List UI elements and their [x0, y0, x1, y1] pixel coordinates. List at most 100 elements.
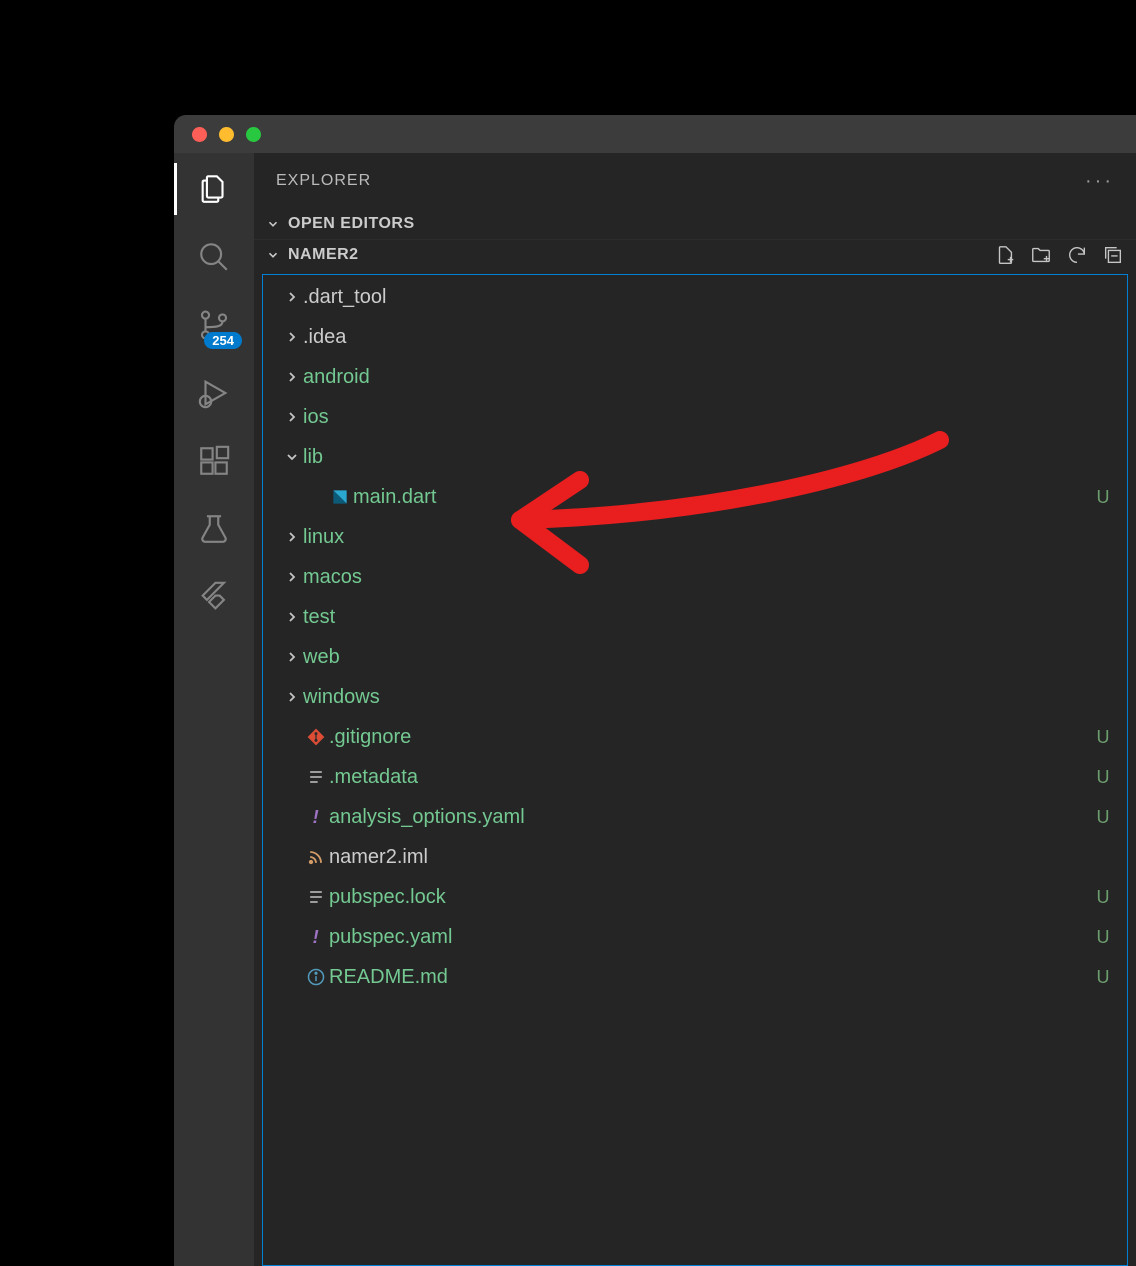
- activity-explorer[interactable]: [194, 169, 234, 209]
- chevron-right-icon: [281, 689, 303, 705]
- project-name: NAMER2: [288, 246, 359, 264]
- tree-file[interactable]: .gitignore U: [263, 717, 1127, 757]
- tree-item-label: .dart_tool: [303, 286, 1093, 309]
- tree-item-label: ios: [303, 406, 1093, 429]
- tree-item-label: .idea: [303, 326, 1093, 349]
- svg-text:!: !: [313, 807, 319, 827]
- tree-file[interactable]: main.dart U: [263, 477, 1127, 517]
- info-icon: [303, 967, 329, 987]
- chevron-right-icon: [281, 369, 303, 385]
- chevron-right-icon: [281, 529, 303, 545]
- git-status: U: [1093, 887, 1113, 908]
- git-status: U: [1093, 767, 1113, 788]
- tree-file[interactable]: namer2.iml: [263, 837, 1127, 877]
- chevron-down-icon: [266, 248, 280, 262]
- tree-folder[interactable]: windows: [263, 677, 1127, 717]
- tree-folder[interactable]: macos: [263, 557, 1127, 597]
- beaker-icon: [197, 512, 231, 546]
- git-status: U: [1093, 927, 1113, 948]
- tree-item-label: linux: [303, 526, 1093, 549]
- tree-item-label: android: [303, 366, 1093, 389]
- source-control-badge: 254: [204, 332, 242, 349]
- files-icon: [197, 172, 231, 206]
- activity-testing[interactable]: [194, 509, 234, 549]
- new-folder-button[interactable]: [1030, 244, 1052, 266]
- extensions-icon: [197, 444, 231, 478]
- tree-item-label: main.dart: [353, 486, 1093, 509]
- refresh-button[interactable]: [1066, 244, 1088, 266]
- tree-item-label: namer2.iml: [329, 846, 1093, 869]
- project-section-header[interactable]: NAMER2: [254, 239, 1136, 270]
- tree-item-label: lib: [303, 446, 1093, 469]
- activity-extensions[interactable]: [194, 441, 234, 481]
- git-status: U: [1093, 967, 1113, 988]
- collapse-icon: [1102, 244, 1124, 266]
- tree-folder[interactable]: web: [263, 637, 1127, 677]
- new-folder-icon: [1030, 244, 1052, 266]
- open-editors-section[interactable]: OPEN EDITORS: [254, 209, 1136, 239]
- tree-file[interactable]: README.md U: [263, 957, 1127, 997]
- window-minimize-button[interactable]: [219, 127, 234, 142]
- tree-item-label: test: [303, 606, 1093, 629]
- tree-file[interactable]: .metadata U: [263, 757, 1127, 797]
- file-tree[interactable]: .dart_tool .idea android ios lib: [262, 274, 1128, 1266]
- refresh-icon: [1066, 244, 1088, 266]
- titlebar: [174, 115, 1136, 153]
- tree-folder[interactable]: linux: [263, 517, 1127, 557]
- window-close-button[interactable]: [192, 127, 207, 142]
- vscode-window: 254: [174, 115, 1136, 1266]
- tree-folder[interactable]: .dart_tool: [263, 277, 1127, 317]
- tree-folder[interactable]: android: [263, 357, 1127, 397]
- activity-flutter[interactable]: [194, 577, 234, 617]
- tree-folder[interactable]: lib: [263, 437, 1127, 477]
- chevron-right-icon: [281, 409, 303, 425]
- window-fullscreen-button[interactable]: [246, 127, 261, 142]
- tree-item-label: windows: [303, 686, 1093, 709]
- dart-icon: [327, 487, 353, 507]
- tree-folder[interactable]: test: [263, 597, 1127, 637]
- tree-file[interactable]: pubspec.lock U: [263, 877, 1127, 917]
- flutter-icon: [197, 580, 231, 614]
- debug-icon: [197, 376, 231, 410]
- chevron-right-icon: [281, 569, 303, 585]
- git-status: U: [1093, 807, 1113, 828]
- chevron-right-icon: [281, 649, 303, 665]
- lines-icon: [303, 887, 329, 907]
- chevron-down-icon: [281, 449, 303, 465]
- tree-item-label: pubspec.yaml: [329, 926, 1093, 949]
- tree-folder[interactable]: .idea: [263, 317, 1127, 357]
- open-editors-label: OPEN EDITORS: [288, 215, 415, 233]
- new-file-button[interactable]: [994, 244, 1016, 266]
- tree-item-label: macos: [303, 566, 1093, 589]
- tree-item-label: pubspec.lock: [329, 886, 1093, 909]
- git-icon: [303, 727, 329, 747]
- new-file-icon: [994, 244, 1016, 266]
- tree-folder[interactable]: ios: [263, 397, 1127, 437]
- sidebar-title: EXPLORER: [276, 172, 371, 190]
- chevron-right-icon: [281, 329, 303, 345]
- rss-icon: [303, 847, 329, 867]
- tree-file[interactable]: ! analysis_options.yaml U: [263, 797, 1127, 837]
- tree-file[interactable]: ! pubspec.yaml U: [263, 917, 1127, 957]
- activity-bar: 254: [174, 153, 254, 1266]
- git-status: U: [1093, 487, 1113, 508]
- yaml-icon: !: [303, 927, 329, 947]
- sidebar-header: EXPLORER ···: [254, 153, 1136, 209]
- explorer-sidebar: EXPLORER ··· OPEN EDITORS NAMER2: [254, 153, 1136, 1266]
- chevron-down-icon: [266, 217, 280, 231]
- activity-search[interactable]: [194, 237, 234, 277]
- search-icon: [197, 240, 231, 274]
- tree-item-label: web: [303, 646, 1093, 669]
- git-status: U: [1093, 727, 1113, 748]
- activity-run-debug[interactable]: [194, 373, 234, 413]
- chevron-right-icon: [281, 289, 303, 305]
- svg-text:!: !: [313, 927, 319, 947]
- chevron-right-icon: [281, 609, 303, 625]
- tree-item-label: .metadata: [329, 766, 1093, 789]
- lines-icon: [303, 767, 329, 787]
- tree-item-label: analysis_options.yaml: [329, 806, 1093, 829]
- collapse-all-button[interactable]: [1102, 244, 1124, 266]
- yaml-icon: !: [303, 807, 329, 827]
- sidebar-more-button[interactable]: ···: [1085, 170, 1114, 193]
- activity-source-control[interactable]: 254: [194, 305, 234, 345]
